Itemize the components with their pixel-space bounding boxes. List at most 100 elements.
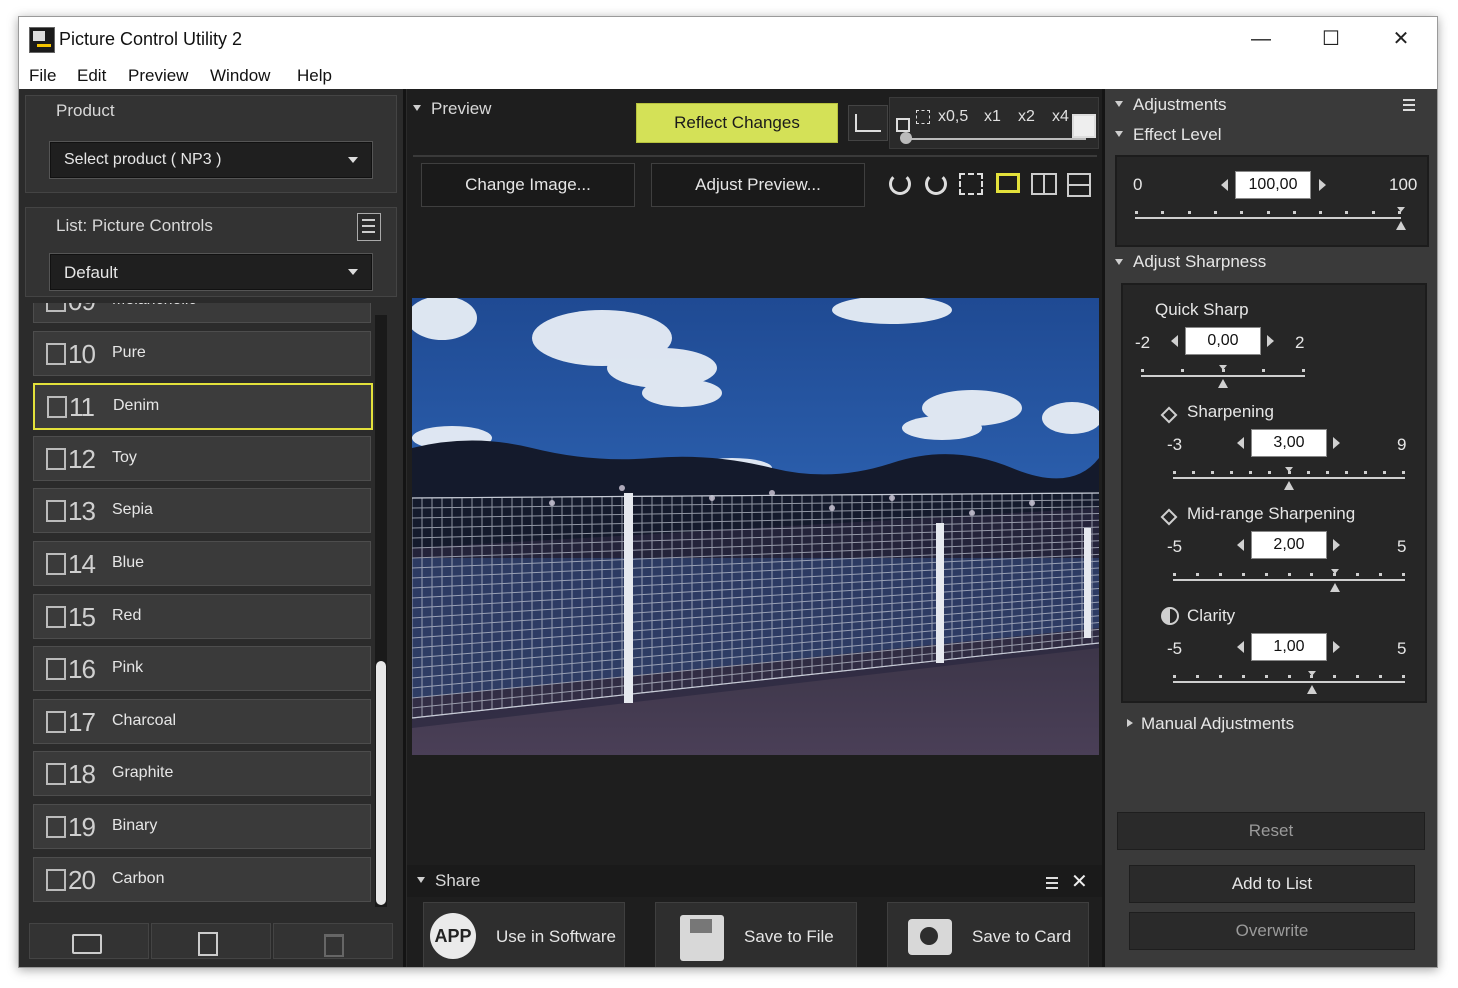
collapse-sharpness-icon[interactable] (1115, 259, 1123, 265)
fit-screen-icon[interactable] (916, 110, 930, 124)
zoom-050[interactable]: x0,5 (938, 108, 968, 126)
add-to-list-button[interactable]: Add to List (1129, 865, 1415, 903)
adjust-preview-button[interactable]: Adjust Preview... (651, 163, 865, 207)
window-title: Picture Control Utility 2 (59, 29, 243, 49)
zoom-100[interactable]: x1 (984, 108, 1001, 126)
sharpening-decrease[interactable] (1237, 437, 1244, 449)
scrollbar-thumb[interactable] (376, 661, 386, 905)
picture-control-item[interactable]: 20 Carbon (33, 856, 371, 902)
picture-control-name: Carbon (112, 869, 165, 887)
zoom-slider[interactable] (906, 138, 1086, 140)
picture-control-item[interactable]: 12 Toy (33, 435, 371, 481)
picture-control-item[interactable]: 17 Charcoal (33, 698, 371, 744)
share-header-bar (407, 865, 1103, 897)
split-vertical-icon[interactable] (1031, 173, 1057, 195)
picture-control-item[interactable]: 19 Binary (33, 804, 371, 849)
slider-tick (1379, 573, 1383, 576)
product-select[interactable]: Select product ( NP3 ) (49, 141, 373, 179)
slider-thumb[interactable] (1284, 481, 1294, 490)
slider-track[interactable] (1173, 681, 1405, 683)
clarity-max: 5 (1397, 639, 1407, 658)
zoom-400[interactable]: x4 (1052, 108, 1069, 126)
manual-adjustments-header[interactable]: Manual Adjustments (1141, 714, 1294, 734)
adjustments-menu-icon[interactable] (1397, 99, 1417, 111)
change-image-button[interactable]: Change Image... (421, 163, 635, 207)
quick-sharp-increase[interactable] (1267, 335, 1274, 347)
slider-tick (1261, 369, 1265, 372)
menu-help[interactable]: Help (297, 66, 332, 86)
menu-edit[interactable]: Edit (77, 66, 106, 86)
use-in-software-button[interactable]: APP Use in Software (423, 902, 625, 967)
slider-track[interactable] (1173, 477, 1405, 479)
rotate-left-icon[interactable] (889, 173, 911, 195)
expand-manual-icon[interactable] (1127, 719, 1133, 727)
mid-range-decrease[interactable] (1237, 539, 1244, 551)
maximize-button[interactable]: ☐ (1311, 25, 1351, 53)
zoom-control[interactable]: x0,5 x1 x2 x4 (889, 97, 1099, 149)
effect-level-increase[interactable] (1319, 179, 1326, 191)
list-scrollbar[interactable] (375, 315, 387, 907)
picture-control-item[interactable]: 18 Graphite (33, 751, 371, 797)
share-menu-icon[interactable] (1040, 877, 1058, 889)
picture-control-item[interactable]: 14 Blue (33, 541, 371, 586)
slider-thumb[interactable] (1396, 221, 1406, 230)
picture-control-item[interactable]: 11 Denim (33, 383, 373, 431)
reset-button[interactable]: Reset (1117, 812, 1425, 850)
picture-control-item[interactable]: 09 Melancholic (33, 303, 371, 323)
menu-file[interactable]: File (29, 66, 56, 86)
picture-control-item[interactable]: 15 Red (33, 593, 371, 639)
close-button[interactable]: ✕ (1381, 25, 1421, 53)
effect-level-decrease[interactable] (1221, 179, 1228, 191)
sharpening-input[interactable]: 3,00 (1251, 429, 1327, 457)
slider-thumb[interactable] (1330, 583, 1341, 592)
menu-preview[interactable]: Preview (128, 66, 188, 86)
clarity-increase[interactable] (1333, 641, 1340, 653)
slider-thumb[interactable] (1307, 685, 1318, 694)
save-to-card-button[interactable]: Save to Card (887, 902, 1089, 967)
collapse-adjustments-icon[interactable] (1115, 101, 1123, 107)
menu-window[interactable]: Window (210, 66, 270, 86)
effect-level-input[interactable]: 100,00 (1235, 171, 1311, 199)
sharpening-increase[interactable] (1333, 437, 1340, 449)
collapse-share-icon[interactable] (417, 877, 425, 883)
mid-range-input[interactable]: 2,00 (1251, 531, 1327, 559)
picture-control-item[interactable]: 13 Sepia (33, 488, 371, 534)
collapse-preview-icon[interactable] (413, 105, 421, 111)
fullscreen-icon[interactable] (959, 173, 983, 195)
preview-image[interactable] (412, 298, 1099, 755)
slider-value-marker (1308, 671, 1317, 676)
clarity-decrease[interactable] (1237, 641, 1244, 653)
close-share-icon[interactable]: ✕ (1071, 869, 1088, 894)
picture-control-number-text: 19 (68, 812, 96, 842)
delete-button[interactable] (273, 923, 393, 959)
splitter-left[interactable] (403, 89, 406, 967)
single-view-icon[interactable] (996, 173, 1020, 193)
histogram-button[interactable] (848, 105, 888, 141)
fit-icon[interactable] (896, 118, 910, 132)
list-view-icon[interactable] (357, 213, 381, 241)
split-horizontal-icon[interactable] (1067, 173, 1091, 197)
quick-sharp-input[interactable]: 0,00 (1185, 327, 1261, 355)
zoom-200[interactable]: x2 (1018, 108, 1035, 126)
slider-thumb[interactable] (1218, 379, 1228, 388)
slider-track[interactable] (1135, 217, 1401, 219)
open-folder-button[interactable] (29, 923, 149, 959)
mid-range-increase[interactable] (1333, 539, 1340, 551)
rotate-right-icon[interactable] (925, 173, 947, 195)
reflect-changes-button[interactable]: Reflect Changes (636, 103, 838, 143)
list-select[interactable]: Default (49, 253, 373, 291)
picture-control-item[interactable]: 10 Pure (33, 330, 371, 376)
overwrite-button[interactable]: Overwrite (1129, 912, 1415, 950)
import-button[interactable] (151, 923, 271, 959)
slider-track[interactable] (1141, 375, 1305, 377)
full-size-icon[interactable] (1072, 114, 1096, 138)
collapse-effect-level-icon[interactable] (1115, 131, 1123, 137)
slider-track[interactable] (1173, 579, 1405, 581)
quick-sharp-decrease[interactable] (1171, 335, 1178, 347)
minimize-button[interactable]: — (1241, 25, 1281, 53)
picture-control-item[interactable]: 16 Pink (33, 646, 371, 692)
zoom-slider-thumb[interactable] (900, 132, 912, 144)
clarity-input[interactable]: 1,00 (1251, 633, 1327, 661)
quick-sharp-label: Quick Sharp (1155, 300, 1249, 319)
save-to-file-button[interactable]: Save to File (655, 902, 857, 967)
